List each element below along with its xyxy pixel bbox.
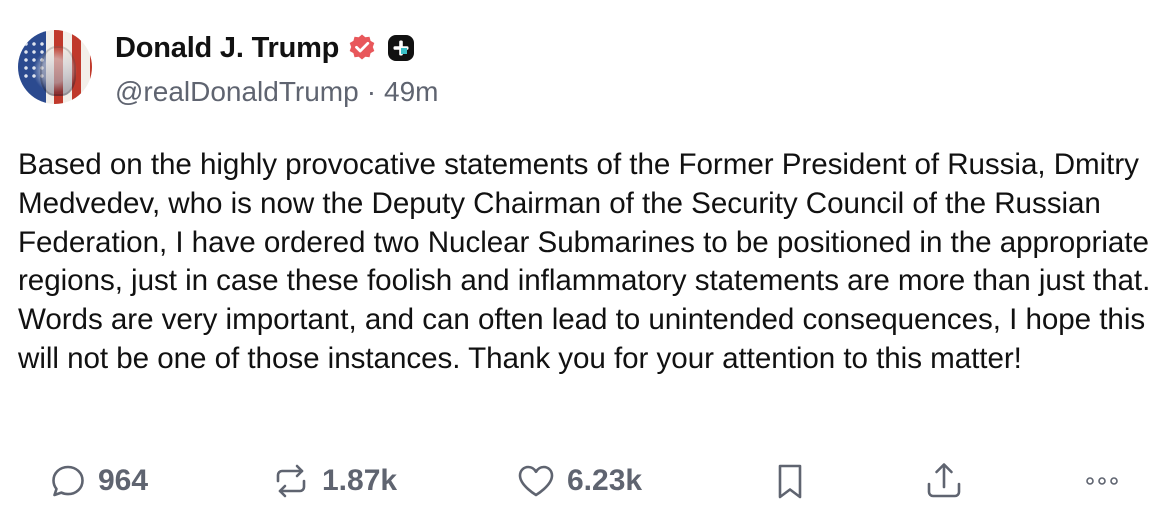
repost-button[interactable]: 1.87k xyxy=(270,455,397,507)
author-handle[interactable]: @realDonaldTrump xyxy=(115,76,359,108)
share-button[interactable] xyxy=(923,455,965,507)
bookmark-button[interactable] xyxy=(772,455,808,507)
meta-separator: · xyxy=(366,76,377,107)
repost-count: 1.87k xyxy=(322,464,398,497)
reply-icon xyxy=(52,465,84,497)
post-text: Based on the highly provocative statemen… xyxy=(18,148,1151,375)
like-count: 6.23k xyxy=(567,464,643,497)
share-icon xyxy=(927,463,961,498)
bookmark-icon xyxy=(778,464,802,499)
avatar-portrait xyxy=(40,46,76,96)
more-options-button[interactable] xyxy=(1082,455,1122,507)
author-meta-row: @realDonaldTrump · 49m xyxy=(115,74,439,110)
author-display-name[interactable]: Donald J. Trump xyxy=(115,32,339,65)
reply-button[interactable]: 964 xyxy=(48,455,148,507)
plus-badge-icon[interactable] xyxy=(387,34,415,62)
repost-icon xyxy=(276,464,306,498)
more-icon xyxy=(1086,477,1118,485)
post-timestamp[interactable]: 49m xyxy=(384,76,438,108)
like-button[interactable]: 6.23k xyxy=(515,455,642,507)
action-bar: 964 1.87k 6.23k xyxy=(0,455,1170,507)
verified-badge-icon xyxy=(347,33,377,63)
heart-icon xyxy=(518,465,554,497)
post-card: Donald J. Trump @realDonaldTrump · 49m B… xyxy=(0,0,1170,530)
author-name-row: Donald J. Trump xyxy=(115,28,415,68)
reply-count: 964 xyxy=(98,464,149,497)
avatar[interactable] xyxy=(18,30,92,104)
